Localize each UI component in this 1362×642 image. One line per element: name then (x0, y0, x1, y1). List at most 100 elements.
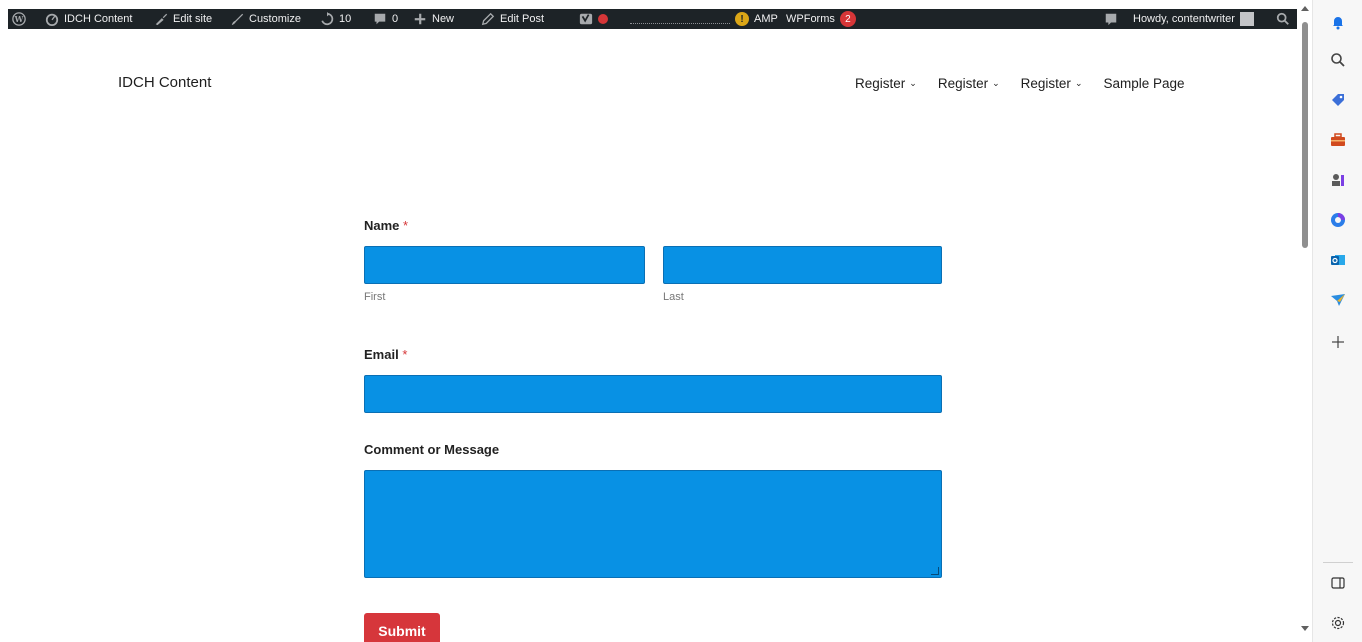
nav-item-register-2[interactable]: Register ⌄ (938, 76, 1000, 91)
nav-label: Sample Page (1103, 76, 1185, 91)
updates-icon (320, 12, 334, 26)
required-mark: * (402, 347, 408, 362)
message-textarea[interactable] (364, 470, 942, 578)
nav-label: Register (855, 76, 906, 91)
briefcase-icon (1330, 132, 1346, 148)
avatar (1239, 12, 1254, 26)
outlook-button[interactable] (1326, 248, 1350, 272)
nav-label: Register (1020, 76, 1071, 91)
name-label-text: Name (364, 218, 400, 233)
search-icon (1330, 52, 1346, 68)
edit-post-link[interactable]: Edit Post (481, 9, 544, 29)
plus-icon (1330, 334, 1346, 350)
message-icon (1104, 12, 1118, 26)
submit-button[interactable]: Submit (364, 613, 440, 642)
copilot-icon (1330, 212, 1346, 228)
shopping-button[interactable] (1326, 88, 1350, 112)
wp-logo-button[interactable]: W (12, 9, 26, 29)
send-icon (1330, 292, 1346, 308)
browser-window: W IDCH Content Edit site Customize 10 0 … (0, 0, 1362, 642)
updates-count: 10 (339, 13, 352, 25)
name-label: Name * (364, 218, 408, 233)
notifications-button[interactable] (1326, 10, 1350, 34)
outlook-icon (1330, 252, 1346, 268)
settings-icon (1330, 615, 1346, 631)
updates-link[interactable]: 10 (320, 9, 351, 29)
site-name-label: IDCH Content (64, 13, 133, 25)
warning-icon: ! (735, 12, 749, 26)
amp-link[interactable]: ! AMP (735, 9, 778, 29)
account-menu[interactable]: Howdy, contentwriter (1133, 9, 1254, 29)
wpforms-link[interactable]: WPForms 2 (786, 9, 856, 29)
customize-link[interactable]: Customize (230, 9, 301, 29)
seo-status-dot (598, 14, 608, 24)
resize-handle-icon[interactable] (931, 567, 939, 575)
email-label-text: Email (364, 347, 399, 362)
first-name-input[interactable] (364, 246, 645, 284)
scroll-down-arrow-icon[interactable] (1301, 626, 1309, 631)
site-name-link[interactable]: IDCH Content (45, 9, 132, 29)
scroll-up-arrow-icon[interactable] (1301, 6, 1309, 11)
copilot-button[interactable] (1326, 208, 1350, 232)
customize-label: Customize (249, 13, 301, 25)
notification-button[interactable] (1104, 9, 1118, 29)
chevron-down-icon: ⌄ (1074, 78, 1083, 88)
wp-admin-bar: W IDCH Content Edit site Customize 10 0 … (8, 9, 1297, 29)
new-label: New (432, 13, 455, 25)
add-sidebar-app-button[interactable] (1326, 330, 1350, 354)
required-mark: * (403, 218, 409, 233)
games-button[interactable] (1326, 168, 1350, 192)
email-label: Email * (364, 347, 407, 362)
scrollbar-thumb[interactable] (1302, 22, 1308, 248)
chess-icon (1330, 172, 1346, 188)
page-scrollbar[interactable] (1297, 0, 1312, 642)
yoast-seo-button[interactable] (579, 9, 608, 29)
sidebar-toggle-icon (1330, 575, 1346, 591)
pencil-icon (481, 12, 495, 26)
search-underline (630, 14, 730, 24)
site-title[interactable]: IDCH Content (118, 74, 211, 91)
primary-nav: Register ⌄ Register ⌄ Register ⌄ Sample … (855, 76, 1185, 91)
tag-icon (1330, 92, 1346, 108)
sidebar-divider (1323, 562, 1353, 563)
comments-link[interactable]: 0 (373, 9, 398, 29)
new-content-link[interactable]: New (413, 9, 454, 29)
nav-item-register-3[interactable]: Register ⌄ (1021, 76, 1083, 91)
amp-label: AMP (754, 13, 778, 25)
last-sublabel: Last (663, 291, 684, 303)
wordpress-logo-icon: W (12, 12, 26, 26)
brush-icon (154, 12, 168, 26)
email-input[interactable] (364, 375, 942, 413)
howdy-label: Howdy, contentwriter (1133, 13, 1235, 25)
nav-item-sample-page[interactable]: Sample Page (1103, 76, 1184, 91)
chevron-down-icon: ⌄ (909, 78, 917, 88)
admin-bar-search-button[interactable] (1276, 9, 1290, 29)
wpforms-badge: 2 (839, 11, 856, 27)
edit-post-label: Edit Post (500, 13, 545, 25)
yoast-icon (579, 12, 593, 26)
sidebar-search-button[interactable] (1326, 48, 1350, 72)
last-name-input[interactable] (663, 246, 942, 284)
settings-button[interactable] (1326, 611, 1350, 635)
plus-icon (413, 12, 427, 26)
wpforms-label: WPForms (786, 13, 835, 25)
nav-item-register-1[interactable]: Register ⌄ (855, 76, 917, 91)
svg-text:W: W (14, 15, 24, 24)
bell-icon (1330, 14, 1346, 30)
nav-label: Register (937, 76, 989, 91)
dashboard-icon (45, 12, 59, 26)
first-sublabel: First (364, 291, 386, 303)
browser-sidebar (1312, 0, 1362, 642)
edit-site-link[interactable]: Edit site (154, 9, 212, 29)
comments-count: 0 (392, 13, 399, 25)
comment-icon (373, 12, 387, 26)
send-button[interactable] (1326, 288, 1350, 312)
chevron-down-icon: ⌄ (992, 78, 1000, 88)
edit-site-label: Edit site (173, 13, 213, 25)
message-label: Comment or Message (364, 442, 500, 457)
search-icon (1276, 12, 1290, 26)
tools-button[interactable] (1326, 128, 1350, 152)
paintbrush-icon (230, 12, 244, 26)
sidebar-toggle-button[interactable] (1326, 571, 1350, 595)
admin-bar-search-field[interactable] (630, 9, 730, 29)
